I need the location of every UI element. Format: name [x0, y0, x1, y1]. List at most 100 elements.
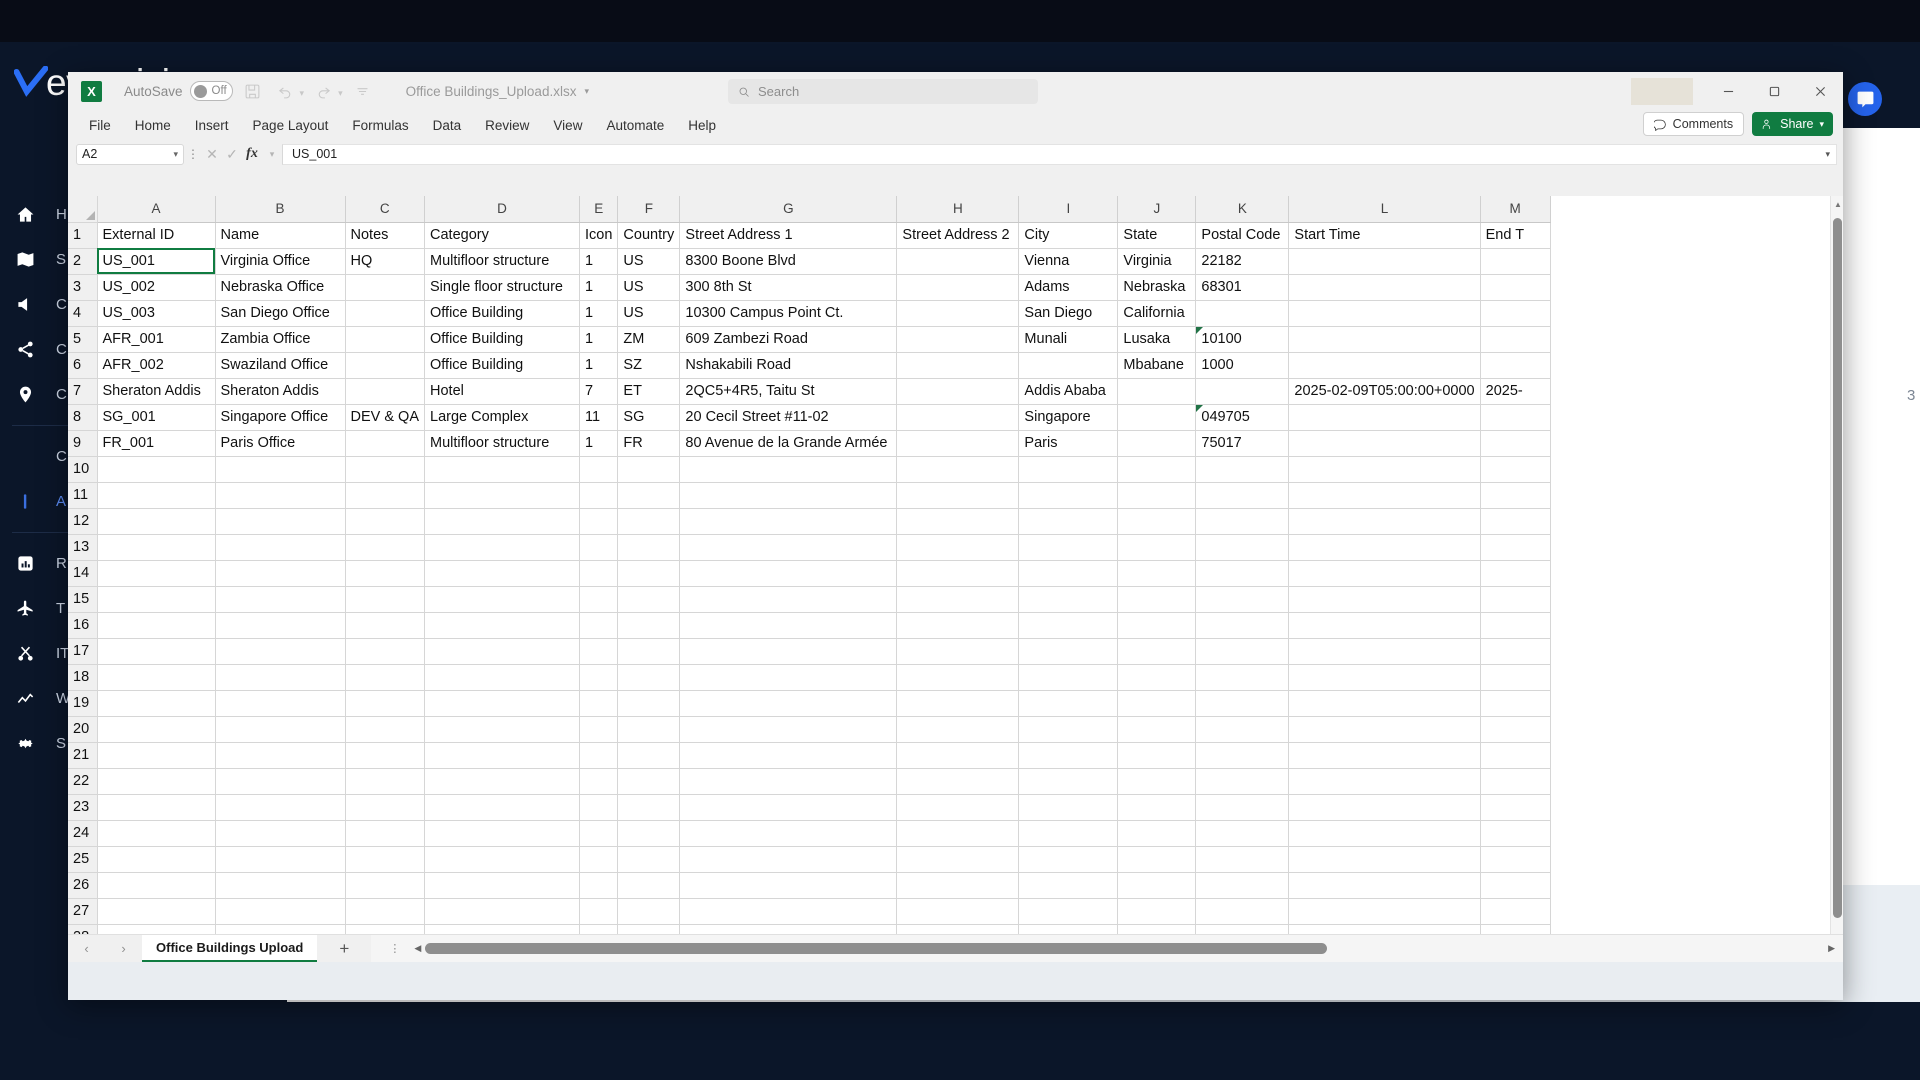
cell-country-r6[interactable]: SZ: [617, 352, 681, 379]
spreadsheet-grid[interactable]: A B C D E F G H I J K L M 1 External ID Na…: [68, 196, 1843, 962]
cell-category-r3[interactable]: Single floor structure: [424, 274, 580, 301]
cell-empty-r11-c0[interactable]: [97, 482, 216, 509]
cell-empty-r13-c0[interactable]: [97, 534, 216, 561]
cell-empty-r27-c5[interactable]: [617, 898, 681, 925]
cell-empty-r19-c3[interactable]: [424, 690, 580, 717]
cell-empty-r12-c8[interactable]: [1018, 508, 1119, 535]
cell-empty-r14-c5[interactable]: [617, 560, 681, 587]
cell-notes-r9[interactable]: [345, 430, 425, 457]
cell-empty-r16-c1[interactable]: [215, 612, 346, 639]
cell-empty-r16-c6[interactable]: [679, 612, 898, 639]
autosave-toggle[interactable]: Off: [189, 81, 233, 101]
cell-name-r4[interactable]: San Diego Office: [215, 300, 346, 327]
cell-empty-r22-c12[interactable]: [1480, 768, 1551, 795]
cancel-formula-icon[interactable]: ✕: [202, 146, 222, 163]
cell-empty-r23-c4[interactable]: [579, 794, 619, 821]
cell-empty-r12-c4[interactable]: [579, 508, 619, 535]
header-cell-city[interactable]: City: [1018, 222, 1119, 249]
cell-country-r9[interactable]: FR: [617, 430, 681, 457]
table-row[interactable]: 12: [68, 508, 1551, 535]
row-header-1[interactable]: 1: [68, 222, 98, 249]
horizontal-scrollbar[interactable]: [425, 943, 1825, 954]
cell-postal_code-r4[interactable]: [1195, 300, 1290, 327]
header-cell-icon[interactable]: Icon: [579, 222, 619, 249]
cell-empty-r14-c2[interactable]: [345, 560, 425, 587]
cell-external_id-r5[interactable]: AFR_001: [97, 326, 216, 353]
cell-empty-r17-c4[interactable]: [579, 638, 619, 665]
cell-empty-r16-c11[interactable]: [1288, 612, 1481, 639]
cell-empty-r24-c11[interactable]: [1288, 820, 1481, 847]
cell-empty-r19-c2[interactable]: [345, 690, 425, 717]
search-input[interactable]: Search: [728, 79, 1038, 104]
tab-file[interactable]: File: [78, 115, 122, 136]
cell-empty-r17-c10[interactable]: [1195, 638, 1290, 665]
cell-category-r6[interactable]: Office Building: [424, 352, 580, 379]
cell-external_id-r6[interactable]: AFR_002: [97, 352, 216, 379]
tab-review[interactable]: Review: [474, 115, 540, 136]
cell-empty-r23-c2[interactable]: [345, 794, 425, 821]
column-header-b[interactable]: B: [215, 196, 346, 223]
cell-empty-r20-c8[interactable]: [1018, 716, 1119, 743]
cell-empty-r25-c12[interactable]: [1480, 846, 1551, 873]
table-row[interactable]: 10: [68, 456, 1551, 483]
cell-empty-r18-c0[interactable]: [97, 664, 216, 691]
cell-empty-r22-c5[interactable]: [617, 768, 681, 795]
cell-end_time-r6[interactable]: [1480, 352, 1551, 379]
header-cell-name[interactable]: Name: [215, 222, 346, 249]
cell-empty-r18-c3[interactable]: [424, 664, 580, 691]
cell-street_address_1-r6[interactable]: Nshakabili Road: [679, 352, 898, 379]
cell-empty-r13-c4[interactable]: [579, 534, 619, 561]
cell-icon-r5[interactable]: 1: [579, 326, 619, 353]
cell-empty-r15-c5[interactable]: [617, 586, 681, 613]
cell-empty-r13-c5[interactable]: [617, 534, 681, 561]
cell-empty-r11-c8[interactable]: [1018, 482, 1119, 509]
cell-notes-r6[interactable]: [345, 352, 425, 379]
cell-empty-r15-c6[interactable]: [679, 586, 898, 613]
column-header-a[interactable]: A: [97, 196, 216, 223]
column-header-k[interactable]: K: [1195, 196, 1290, 223]
cell-empty-r11-c7[interactable]: [896, 482, 1020, 509]
cell-empty-r14-c0[interactable]: [97, 560, 216, 587]
table-row[interactable]: 18: [68, 664, 1551, 691]
tab-view[interactable]: View: [542, 115, 593, 136]
cell-empty-r25-c8[interactable]: [1018, 846, 1119, 873]
table-row[interactable]: 16: [68, 612, 1551, 639]
cell-empty-r20-c11[interactable]: [1288, 716, 1481, 743]
cell-empty-r21-c8[interactable]: [1018, 742, 1119, 769]
cell-empty-r17-c9[interactable]: [1117, 638, 1197, 665]
customize-quick-access-icon[interactable]: [349, 78, 376, 105]
cell-empty-r17-c11[interactable]: [1288, 638, 1481, 665]
header-cell-notes[interactable]: Notes: [345, 222, 425, 249]
cell-end_time-r5[interactable]: [1480, 326, 1551, 353]
row-header-16[interactable]: 16: [68, 612, 98, 639]
cell-empty-r20-c5[interactable]: [617, 716, 681, 743]
cell-empty-r18-c7[interactable]: [896, 664, 1020, 691]
cell-empty-r11-c10[interactable]: [1195, 482, 1290, 509]
cell-postal_code-r8[interactable]: 049705: [1195, 404, 1290, 431]
table-row[interactable]: 2 US_001 Virginia Office HQ Multifloor struc…: [68, 248, 1551, 275]
cell-city-r4[interactable]: San Diego: [1018, 300, 1119, 327]
cell-empty-r13-c10[interactable]: [1195, 534, 1290, 561]
cell-empty-r12-c7[interactable]: [896, 508, 1020, 535]
cell-empty-r21-c2[interactable]: [345, 742, 425, 769]
cell-empty-r26-c10[interactable]: [1195, 872, 1290, 899]
minimize-icon[interactable]: [1705, 72, 1751, 110]
next-sheet-icon[interactable]: ›: [121, 941, 125, 956]
cell-empty-r25-c0[interactable]: [97, 846, 216, 873]
cell-start_time-r8[interactable]: [1288, 404, 1481, 431]
cell-empty-r24-c12[interactable]: [1480, 820, 1551, 847]
column-header-h[interactable]: H: [896, 196, 1020, 223]
select-all-corner[interactable]: [68, 196, 98, 223]
share-button[interactable]: Share ▾: [1752, 112, 1833, 136]
cell-empty-r15-c11[interactable]: [1288, 586, 1481, 613]
table-row[interactable]: 25: [68, 846, 1551, 873]
cell-empty-r10-c9[interactable]: [1117, 456, 1197, 483]
table-row[interactable]: 15: [68, 586, 1551, 613]
cell-empty-r13-c3[interactable]: [424, 534, 580, 561]
row-header-6[interactable]: 6: [68, 352, 98, 379]
cell-street_address_2-r3[interactable]: [896, 274, 1020, 301]
cell-empty-r11-c2[interactable]: [345, 482, 425, 509]
cell-empty-r10-c3[interactable]: [424, 456, 580, 483]
cell-empty-r19-c9[interactable]: [1117, 690, 1197, 717]
cell-end_time-r7[interactable]: 2025-: [1480, 378, 1551, 405]
